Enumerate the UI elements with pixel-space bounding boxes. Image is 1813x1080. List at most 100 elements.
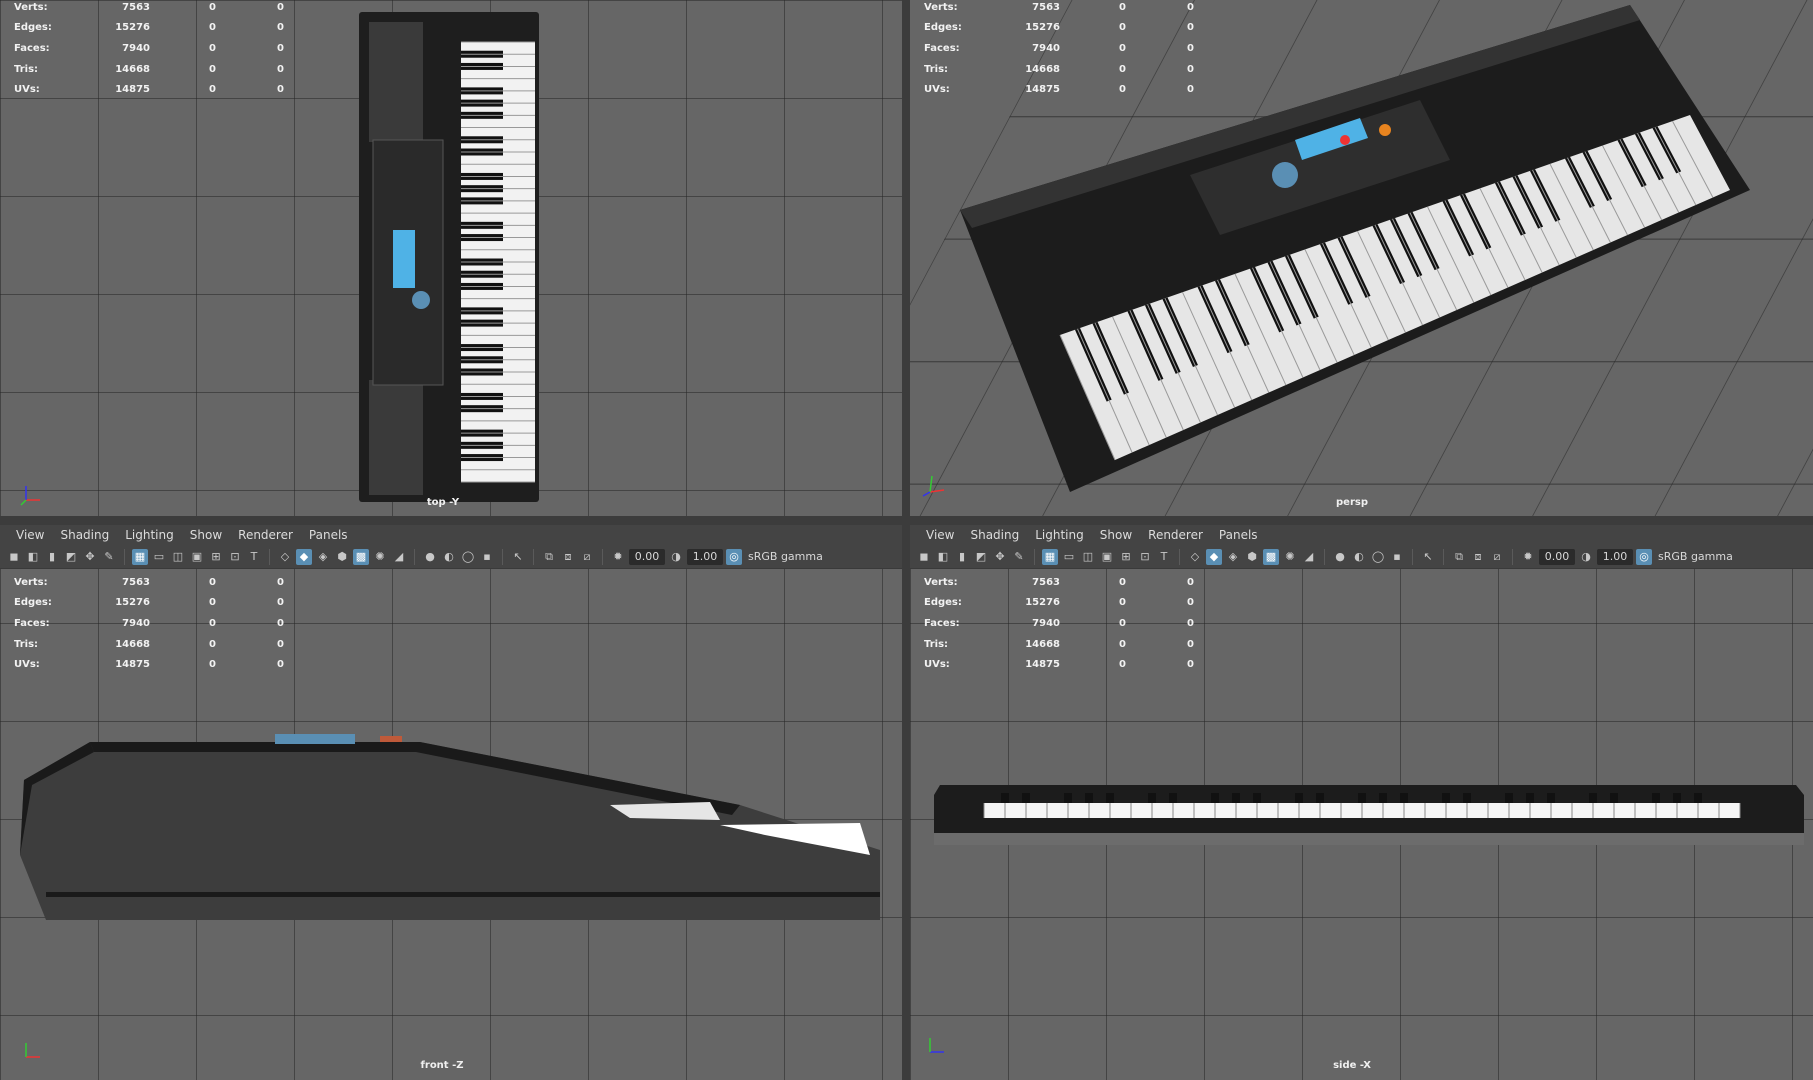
viewport-persp[interactable]: Verts: 7563 0 0 Edges: 15276 0 0 Faces: 7940 0 0 …: [910, 0, 1813, 516]
viewport-side[interactable]: View Shading Lighting Show Renderer Pane…: [910, 525, 1813, 1080]
safe-action-icon[interactable]: ⊡: [1137, 549, 1153, 565]
grid-icon[interactable]: ▦: [132, 548, 148, 565]
menu-panels[interactable]: Panels: [1211, 528, 1266, 542]
ambient-occlusion-icon[interactable]: ●: [1332, 549, 1348, 565]
xray-joints-icon[interactable]: ⧉: [1451, 549, 1467, 565]
image-plane-icon[interactable]: ◩: [63, 549, 79, 565]
grease-pencil-icon[interactable]: ✎: [1011, 549, 1027, 565]
light-icon[interactable]: ✺: [372, 549, 388, 565]
gamma-field[interactable]: 1.00: [687, 548, 723, 565]
gamma-field[interactable]: 1.00: [1597, 548, 1633, 565]
resolution-gate-icon[interactable]: ◫: [1080, 549, 1096, 565]
pane-divider-vertical[interactable]: [902, 0, 910, 1080]
hud-value: 0: [277, 22, 284, 34]
isolate-select-icon[interactable]: ↖: [510, 549, 526, 565]
toolbar-separator: [124, 548, 125, 565]
xray-icon[interactable]: ▩: [1263, 548, 1279, 565]
color-space-icon[interactable]: ◎: [1636, 548, 1652, 565]
gate-mask-icon[interactable]: ▣: [189, 549, 205, 565]
exposure-icon[interactable]: ✹: [1520, 549, 1536, 565]
viewport-top[interactable]: Verts: 7563 0 0 Edges: 15276 0 0 Faces: 7940 0 0 …: [0, 0, 902, 516]
gate-mask-icon[interactable]: ▣: [1099, 549, 1115, 565]
anti-alias-icon[interactable]: ◯: [460, 549, 476, 565]
film-gate-icon[interactable]: ▭: [1061, 549, 1077, 565]
black-key: [1085, 793, 1093, 803]
menu-view[interactable]: View: [918, 528, 962, 542]
field-chart-icon[interactable]: ⊞: [1118, 549, 1134, 565]
light-icon[interactable]: ✺: [1282, 549, 1298, 565]
shaded-icon[interactable]: ◆: [296, 548, 312, 565]
shadows-icon[interactable]: ◢: [1301, 549, 1317, 565]
color-space-label[interactable]: sRGB gamma: [748, 550, 823, 563]
xray-joints-icon[interactable]: ⧉: [541, 549, 557, 565]
ambient-occlusion-icon[interactable]: ●: [422, 549, 438, 565]
keyboard-model-front[interactable]: [20, 730, 880, 925]
backface-culling-icon[interactable]: ⧄: [579, 549, 595, 565]
exposure-field[interactable]: 0.00: [1539, 548, 1575, 565]
xray-active-icon[interactable]: ⧈: [1470, 549, 1486, 565]
menu-lighting[interactable]: Lighting: [1027, 528, 1092, 542]
motion-blur-icon[interactable]: ◐: [441, 549, 457, 565]
anti-alias-icon[interactable]: ◯: [1370, 549, 1386, 565]
isolate-select-icon[interactable]: ↖: [1420, 549, 1436, 565]
wireframe-icon[interactable]: ◇: [1187, 549, 1203, 565]
hud-value: 14668: [1025, 63, 1060, 75]
wireframe-on-shaded-icon[interactable]: ◈: [315, 549, 331, 565]
safe-action-icon[interactable]: ⊡: [227, 549, 243, 565]
gamma-icon[interactable]: ◑: [1578, 549, 1594, 565]
resolution-gate-icon[interactable]: ◫: [170, 549, 186, 565]
textured-icon[interactable]: ⬢: [1244, 549, 1260, 565]
pane-divider-horizontal[interactable]: [0, 516, 1813, 525]
camera-icon[interactable]: ◼: [6, 549, 22, 565]
exposure-icon[interactable]: ✹: [610, 549, 626, 565]
image-plane-icon[interactable]: ◩: [973, 549, 989, 565]
textured-icon[interactable]: ⬢: [334, 549, 350, 565]
menu-renderer[interactable]: Renderer: [230, 528, 301, 542]
menu-view[interactable]: View: [8, 528, 52, 542]
camera-icon[interactable]: ◼: [916, 549, 932, 565]
field-chart-icon[interactable]: ⊞: [208, 549, 224, 565]
hud-stats: Verts: 7563 0 0 Edges: 15276 0 0 Faces: 7940 0 0 …: [14, 0, 284, 100]
hud-value: 0: [209, 576, 216, 588]
color-space-label[interactable]: sRGB gamma: [1658, 550, 1733, 563]
shadows-icon[interactable]: ◢: [391, 549, 407, 565]
bookmark-icon[interactable]: ▮: [44, 549, 60, 565]
menu-renderer[interactable]: Renderer: [1140, 528, 1211, 542]
wireframe-on-shaded-icon[interactable]: ◈: [1225, 549, 1241, 565]
keyboard-model-top[interactable]: [355, 10, 545, 505]
menu-shading[interactable]: Shading: [962, 528, 1027, 542]
shaded-icon[interactable]: ◆: [1206, 548, 1222, 565]
pan-zoom-icon[interactable]: ✥: [82, 549, 98, 565]
wireframe-icon[interactable]: ◇: [277, 549, 293, 565]
grid-icon[interactable]: ▦: [1042, 548, 1058, 565]
viewport-front[interactable]: View Shading Lighting Show Renderer Pane…: [0, 525, 902, 1080]
xray-icon[interactable]: ▩: [353, 548, 369, 565]
camera-attributes-icon[interactable]: ◧: [935, 549, 951, 565]
menu-show[interactable]: Show: [1092, 528, 1140, 542]
menu-lighting[interactable]: Lighting: [117, 528, 182, 542]
menu-panels[interactable]: Panels: [301, 528, 356, 542]
hud-value: 0: [1119, 22, 1126, 34]
motion-blur-icon[interactable]: ◐: [1351, 549, 1367, 565]
depth-of-field-icon[interactable]: ▪: [1389, 549, 1405, 565]
backface-culling-icon[interactable]: ⧄: [1489, 549, 1505, 565]
depth-of-field-icon[interactable]: ▪: [479, 549, 495, 565]
film-gate-icon[interactable]: ▭: [151, 549, 167, 565]
safe-title-icon[interactable]: T: [1156, 549, 1172, 565]
safe-title-icon[interactable]: T: [246, 549, 262, 565]
exposure-field[interactable]: 0.00: [629, 548, 665, 565]
pan-zoom-icon[interactable]: ✥: [992, 549, 1008, 565]
menu-shading[interactable]: Shading: [52, 528, 117, 542]
black-key: [1064, 793, 1072, 803]
hud-label: Edges:: [14, 22, 52, 34]
keyboard-model-side[interactable]: [934, 783, 1804, 853]
camera-attributes-icon[interactable]: ◧: [25, 549, 41, 565]
xray-active-icon[interactable]: ⧈: [560, 549, 576, 565]
black-key: [1610, 793, 1618, 803]
bookmark-icon[interactable]: ▮: [954, 549, 970, 565]
color-space-icon[interactable]: ◎: [726, 548, 742, 565]
hud-value: 0: [1187, 22, 1194, 34]
menu-show[interactable]: Show: [182, 528, 230, 542]
grease-pencil-icon[interactable]: ✎: [101, 549, 117, 565]
gamma-icon[interactable]: ◑: [668, 549, 684, 565]
